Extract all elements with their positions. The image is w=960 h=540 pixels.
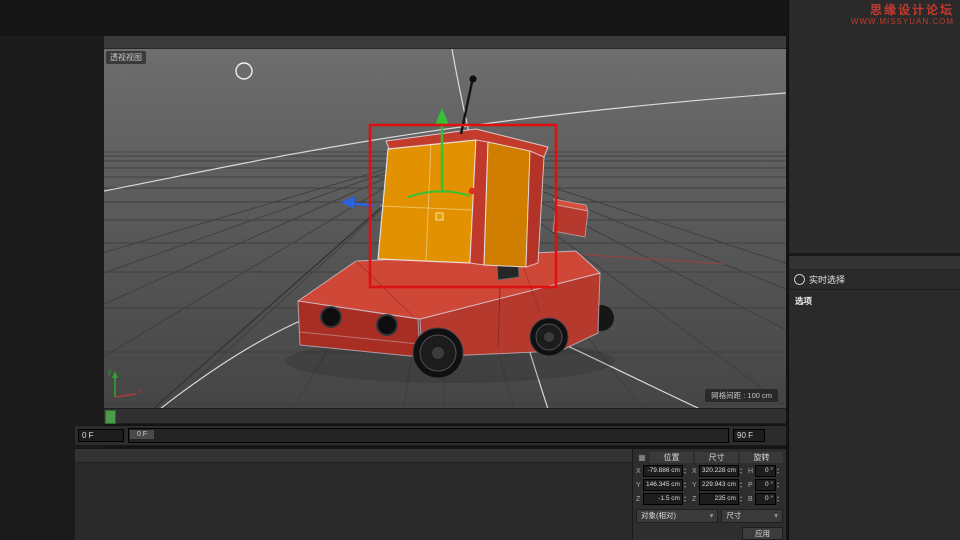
position-header: 位置 [650, 452, 693, 463]
tool-title: 实时选择 [789, 270, 960, 289]
svg-text:y: y [108, 369, 112, 376]
gizmo-origin-handle[interactable] [435, 212, 444, 221]
watermark-url: WWW.MISSYUAN.COM [850, 17, 954, 27]
spinner-icon[interactable] [740, 481, 746, 489]
car-front-wheel[interactable] [412, 327, 464, 379]
right-panel: 实时选择 选项 [788, 0, 960, 540]
car-headlight-right[interactable] [376, 314, 398, 336]
car-rear-wheel[interactable] [529, 317, 569, 357]
position-y-field[interactable]: Y 146.345 cm [636, 479, 690, 491]
current-frame-field[interactable]: 0 F [78, 429, 124, 442]
rotation-header: 旋转 [740, 452, 783, 463]
size-y-field[interactable]: Y 229.943 cm [692, 479, 746, 491]
timeline-slider[interactable]: 0 F [128, 428, 729, 443]
spinner-icon[interactable] [777, 467, 783, 475]
coordinates-icon: ▦ [638, 453, 646, 462]
car-antenna-tip[interactable] [469, 75, 477, 83]
size-x-field[interactable]: X 320.228 cm [692, 465, 746, 477]
spinner-icon[interactable] [777, 495, 783, 503]
chevron-down-icon: ▾ [709, 511, 714, 520]
spinner-icon[interactable] [684, 481, 690, 489]
car-cabin-selected[interactable] [377, 128, 549, 268]
materials-panel [75, 448, 632, 540]
cinema4d-app: 思缘设计论坛 WWW.MISSYUAN.COM MAXON CINEMA 4D [0, 0, 960, 540]
apply-button[interactable]: 应用 [742, 527, 783, 540]
top-bar [0, 0, 788, 36]
end-frame-field[interactable]: 90 F [733, 429, 765, 442]
position-z-field[interactable]: Z -1.5 cm [636, 493, 690, 505]
materials-menu [75, 449, 632, 463]
watermark: 思缘设计论坛 WWW.MISSYUAN.COM [851, 3, 954, 27]
viewport-canvas[interactable]: y x [104, 49, 786, 408]
chevron-down-icon: ▾ [774, 511, 778, 520]
spinner-icon[interactable] [684, 495, 690, 503]
attribute-manager: 实时选择 选项 [789, 256, 960, 540]
spinner-icon[interactable] [740, 495, 746, 503]
grid-spacing-badge: 网格间距 : 100 cm [705, 389, 778, 402]
size-z-field[interactable]: Z 235 cm [692, 493, 746, 505]
position-x-field[interactable]: X -79.886 cm [636, 465, 690, 477]
cabin-side-glass[interactable] [483, 141, 531, 268]
coord-mode-dropdown[interactable]: 对象(相对) ▾ [636, 509, 719, 523]
svg-text:x: x [138, 388, 142, 395]
timeline-ruler[interactable] [104, 408, 786, 424]
slider-handle[interactable]: 0 F [130, 430, 154, 439]
car-headlight-left[interactable] [320, 306, 342, 328]
options-section-header: 选项 [795, 296, 813, 306]
viewport-menubar [104, 36, 786, 49]
materials-list [75, 463, 632, 468]
spinner-icon[interactable] [684, 467, 690, 475]
tool-title-label: 实时选择 [809, 275, 846, 285]
live-selection-icon [794, 274, 805, 285]
rotation-p-field[interactable]: P0 ° [748, 479, 783, 491]
timeline-playhead[interactable] [105, 410, 116, 424]
attribute-menu [789, 256, 960, 270]
gizmo-x-handle[interactable] [468, 187, 476, 195]
watermark-title: 思缘设计论坛 [869, 3, 954, 17]
timeline-ticks [118, 409, 760, 423]
rotation-h-field[interactable]: H0 ° [748, 465, 783, 477]
spinner-icon[interactable] [777, 481, 783, 489]
size-header: 尺寸 [695, 452, 738, 463]
coordinates-panel: ▦ 位置 尺寸 旋转 X-79.886 cm X320.228 cm H0 ° … [632, 448, 786, 540]
spinner-icon[interactable] [740, 467, 746, 475]
viewport-3d[interactable]: y x 透视视图 网格间距 : 100 cm [104, 49, 786, 408]
object-manager [789, 0, 960, 255]
car-handle-front[interactable] [552, 204, 589, 238]
size-mode-dropdown[interactable]: 尺寸 ▾ [721, 509, 783, 523]
rotation-b-field[interactable]: B0 ° [748, 493, 783, 505]
viewport-view-label: 透视视图 [106, 51, 146, 64]
transport-bar: 0 F 0 F 90 F [75, 426, 786, 446]
